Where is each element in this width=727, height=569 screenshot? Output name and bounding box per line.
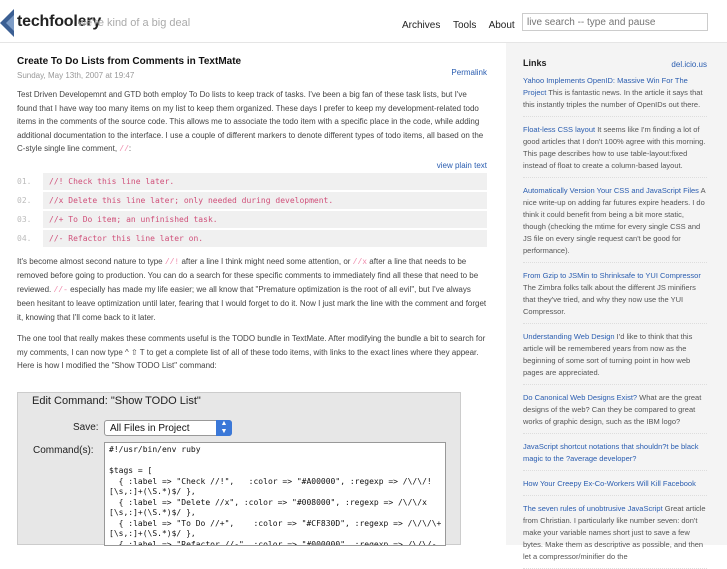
nav-about[interactable]: About — [489, 20, 515, 31]
delicious-link[interactable]: del.icio.us — [671, 60, 707, 69]
code-line: 03.//+ To Do item; an unfinished task. — [17, 210, 487, 228]
site-tagline: we're kind of a big deal — [78, 17, 191, 29]
post: Create To Do Lists from Comments in Text… — [17, 56, 487, 373]
nav-archives[interactable]: Archives — [402, 20, 440, 31]
logo-icon — [0, 9, 14, 37]
list-item: Yahoo Implements OpenID: Massive Win For… — [523, 75, 707, 117]
post-date: Sunday, May 13th, 2007 at 19:47 — [17, 71, 135, 80]
sidebar-links: Links del.icio.us Yahoo Implements OpenI… — [523, 58, 707, 569]
site-header: techfoolery we're kind of a big deal Arc… — [0, 0, 727, 44]
list-item: Automatically Version Your CSS and JavaS… — [523, 185, 707, 263]
edit-command-screenshot: Edit Command: "Show TODO List" Save: All… — [17, 392, 461, 546]
code-block: 01.//! Check this line later. 02.//x Del… — [17, 172, 487, 247]
sidebar-link[interactable]: JavaScript shortcut notations that shoul… — [523, 442, 699, 463]
sidebar-link[interactable]: The seven rules of unobtrusive JavaScrip… — [523, 504, 663, 513]
post-paragraph-3: The one tool that really makes these com… — [17, 334, 486, 370]
view-plain-link[interactable]: view plain text — [17, 161, 487, 170]
code-line: 01.//! Check this line later. — [17, 172, 487, 190]
command-text: #!/usr/bin/env ruby $tags = [ { :label =… — [109, 445, 442, 546]
list-item: The seven rules of unobtrusive JavaScrip… — [523, 503, 707, 569]
chevron-updown-icon: ▲ ▼ — [216, 420, 232, 436]
permalink-link[interactable]: Permalink — [451, 68, 487, 77]
sidebar-link[interactable]: Do Canonical Web Designs Exist? — [523, 393, 637, 402]
command-label: Command(s): — [33, 445, 94, 456]
sidebar-link[interactable]: From Gzip to JSMin to Shrinksafe to YUI … — [523, 271, 701, 280]
sidebar-link[interactable]: Float-less CSS layout — [523, 125, 595, 134]
sidebar-link[interactable]: Automatically Version Your CSS and JavaS… — [523, 186, 699, 195]
post-title[interactable]: Create To Do Lists from Comments in Text… — [17, 56, 487, 67]
inline-code: // — [119, 145, 129, 154]
list-item: How Your Creepy Ex-Co-Workers Will Kill … — [523, 478, 707, 496]
dialog-title: Edit Command: "Show TODO List" — [32, 395, 201, 407]
code-line: 04.//- Refactor this line later on. — [17, 229, 487, 247]
save-label: Save: — [73, 422, 99, 433]
list-item: Understanding Web Design I'd like to thi… — [523, 331, 707, 385]
list-item: Do Canonical Web Designs Exist? What are… — [523, 392, 707, 434]
post-paragraph-1: Test Driven Developemnt and GTD both emp… — [17, 90, 484, 154]
sidebar-link[interactable]: Understanding Web Design — [523, 332, 615, 341]
sidebar-link[interactable]: How Your Creepy Ex-Co-Workers Will Kill … — [523, 479, 696, 488]
list-item: Float-less CSS layout It seems like I'm … — [523, 124, 707, 178]
nav-tools[interactable]: Tools — [453, 20, 476, 31]
list-item: JavaScript shortcut notations that shoul… — [523, 441, 707, 471]
code-line: 02.//x Delete this line later; only need… — [17, 191, 487, 209]
main-nav: Archives Tools About — [402, 20, 525, 31]
list-item: From Gzip to JSMin to Shrinksafe to YUI … — [523, 270, 707, 324]
command-editor[interactable]: #!/usr/bin/env ruby $tags = [ { :label =… — [104, 442, 446, 546]
save-select[interactable]: All Files in Project ▲ ▼ — [104, 420, 232, 436]
post-paragraph-2: It's become almost second nature to type… — [17, 256, 487, 322]
search-input[interactable] — [522, 13, 708, 31]
